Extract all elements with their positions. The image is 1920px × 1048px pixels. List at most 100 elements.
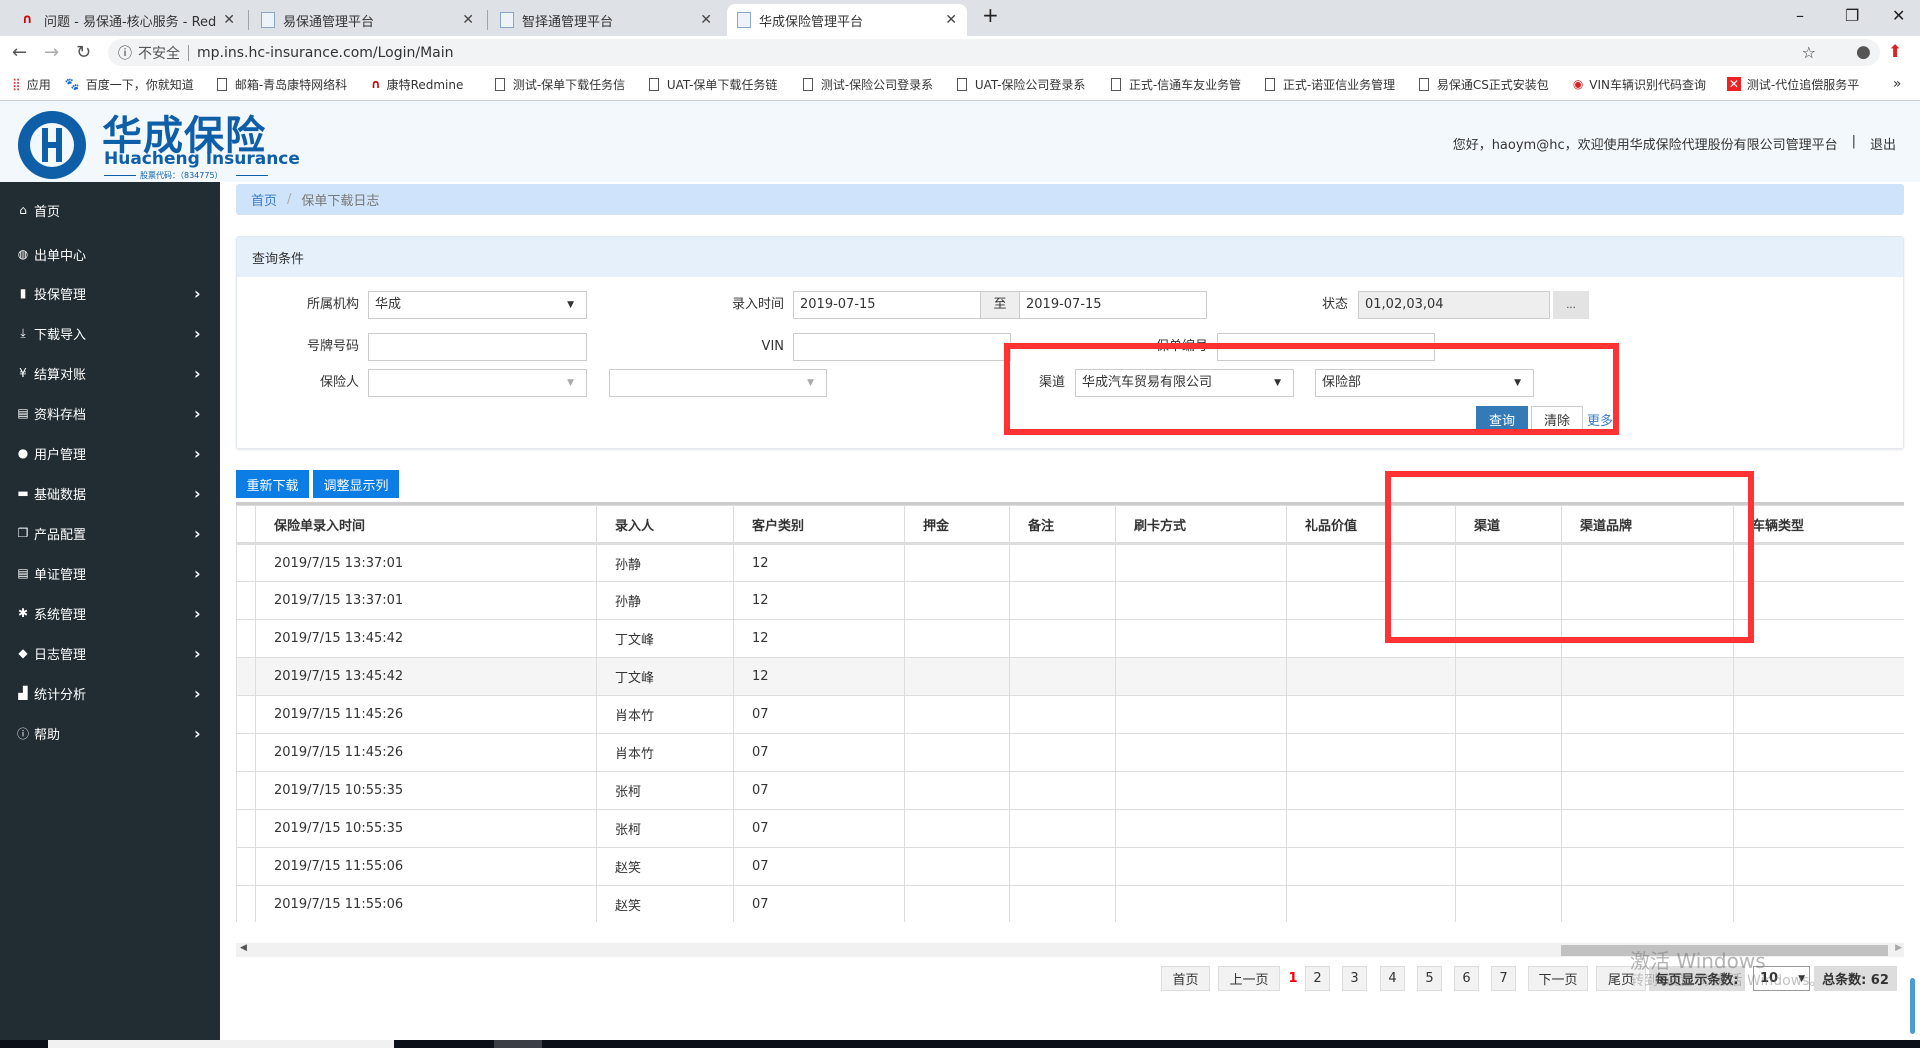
column-header[interactable]: 礼品价值	[1286, 505, 1456, 545]
page-4-button[interactable]: 4	[1380, 966, 1405, 991]
row-select-cell[interactable]	[236, 695, 256, 734]
table-row[interactable]: 2019/7/15 10:55:35 张柯 07	[236, 809, 1904, 848]
bookmark[interactable]: ◉ VIN车辆识别代码查询	[1573, 76, 1713, 93]
sidebar-item[interactable]: ▤ 单证管理 ›	[0, 553, 220, 593]
bookmark[interactable]: 测试-保单下载任务信	[494, 76, 635, 93]
bookmark[interactable]: 测试-保险公司登录系	[802, 76, 943, 93]
bookmark[interactable]: UAT-保险公司登录系	[956, 76, 1097, 93]
row-select-cell[interactable]	[236, 733, 256, 772]
bookmark[interactable]: ✕ 测试-代位追偿服务平	[1726, 76, 1867, 93]
plate-input[interactable]	[368, 333, 587, 361]
page-6-button[interactable]: 6	[1454, 966, 1479, 991]
breadcrumb-home[interactable]: 首页	[251, 190, 277, 209]
sidebar-item[interactable]: ◍ 出单中心	[0, 234, 220, 274]
browser-tab-active[interactable]: 华成保险管理平台 ✕	[727, 4, 967, 36]
row-select-cell[interactable]	[236, 847, 256, 886]
bookmark[interactable]: 邮箱-青岛康特网络科	[216, 76, 357, 93]
table-row[interactable]: 2019/7/15 11:45:26 肖本竹 07	[236, 695, 1904, 734]
channel-brand-select[interactable]: 保险部 ▼	[1315, 369, 1534, 397]
bookmark[interactable]: ∩ 康特Redmine	[371, 76, 481, 93]
policy-no-input[interactable]	[1217, 333, 1435, 361]
column-header[interactable]: 保险单录入时间	[255, 505, 597, 545]
status-picker-button[interactable]: ...	[1553, 291, 1589, 319]
row-select-cell[interactable]	[236, 771, 256, 810]
column-header[interactable]: 押金	[904, 505, 1010, 545]
column-header[interactable]: 渠道品牌	[1561, 505, 1734, 545]
row-select-cell[interactable]	[236, 885, 256, 922]
page-2-button[interactable]: 2	[1305, 966, 1330, 991]
status-input[interactable]: 01,02,03,04	[1358, 291, 1550, 319]
logout-link[interactable]: 退出	[1870, 134, 1896, 153]
sidebar-item[interactable]: ❐ 产品配置 ›	[0, 513, 220, 553]
browser-tab[interactable]: 智择通管理平台 ✕	[490, 4, 722, 36]
bookmark[interactable]: 🐾 百度一下，你就知道	[65, 76, 203, 93]
profile-icon[interactable]: ●	[1856, 42, 1871, 62]
minimize-button[interactable]: –	[1796, 6, 1804, 25]
sidebar-item[interactable]: ⌂ 首页	[0, 190, 220, 230]
bookmark-apps[interactable]: ⣿ 应用	[12, 76, 51, 93]
bookmark[interactable]: 正式-信通车友业务管	[1110, 76, 1251, 93]
page-5-button[interactable]: 5	[1417, 966, 1442, 991]
sidebar-item[interactable]: ¥ 结算对账 ›	[0, 353, 220, 393]
bookmark-star-icon[interactable]: ☆	[1802, 43, 1816, 62]
sidebar-item[interactable]: ✱ 系统管理 ›	[0, 593, 220, 633]
insurer-branch-select[interactable]: ▼	[609, 369, 827, 397]
row-select-cell[interactable]	[236, 657, 256, 696]
close-tab-icon[interactable]: ✕	[700, 12, 712, 28]
restore-button[interactable]: ❐	[1845, 6, 1859, 25]
browser-tab[interactable]: ∩ 问题 - 易保通-核心服务 - Redmine ✕	[12, 4, 245, 36]
table-row[interactable]: 2019/7/15 13:45:42 丁文峰 12	[236, 657, 1904, 696]
column-header[interactable]: 刷卡方式	[1115, 505, 1287, 545]
column-header[interactable]: 备注	[1009, 505, 1116, 545]
new-tab-button[interactable]: +	[982, 3, 999, 27]
row-select-cell[interactable]	[236, 619, 256, 658]
page-1-current[interactable]: 1	[1285, 966, 1301, 991]
vin-input[interactable]	[793, 333, 1011, 361]
close-window-button[interactable]: ✕	[1892, 6, 1905, 25]
column-header[interactable]: 渠道	[1455, 505, 1562, 545]
forward-button[interactable]: →	[44, 42, 59, 63]
prev-page-button[interactable]: 上一页	[1218, 966, 1280, 991]
adjust-columns-button[interactable]: 调整显示列	[313, 470, 399, 498]
reload-button[interactable]: ↻	[76, 42, 91, 63]
sidebar-item[interactable]: ⓘ 帮助 ›	[0, 713, 220, 753]
close-tab-icon[interactable]: ✕	[945, 12, 957, 28]
column-header[interactable]: 客户类别	[733, 505, 905, 545]
table-row[interactable]: 2019/7/15 13:45:42 丁文峰 12	[236, 619, 1904, 658]
close-tab-icon[interactable]: ✕	[462, 12, 474, 28]
back-button[interactable]: ←	[12, 42, 27, 63]
redownload-button[interactable]: 重新下载	[236, 470, 309, 498]
insurer-select[interactable]: ▼	[368, 369, 587, 397]
more-bookmarks-button[interactable]: »	[1893, 76, 1902, 92]
browser-tab[interactable]: 易保通管理平台 ✕	[251, 4, 484, 36]
table-row[interactable]: 2019/7/15 13:37:01 孙静 12	[236, 581, 1904, 620]
column-header[interactable]: 录入人	[596, 505, 734, 545]
page-7-button[interactable]: 7	[1491, 966, 1516, 991]
row-select-cell[interactable]	[236, 809, 256, 848]
org-select[interactable]: 华成 ▼	[368, 291, 587, 319]
bookmark[interactable]: 正式-诺亚信业务管理	[1264, 76, 1405, 93]
clear-button[interactable]: 清除	[1531, 406, 1583, 433]
sidebar-item[interactable]: ▬ 基础数据 ›	[0, 473, 220, 513]
table-row[interactable]: 2019/7/15 13:37:01 孙静 12	[236, 543, 1904, 582]
row-select-cell[interactable]	[236, 581, 256, 620]
sidebar-item[interactable]: ⤓ 下载导入 ›	[0, 313, 220, 353]
sidebar-item[interactable]: ▮ 投保管理 ›	[0, 273, 220, 313]
scroll-left-arrow-icon[interactable]: ◀	[240, 943, 247, 953]
table-row[interactable]: 2019/7/15 11:55:06 赵笑 07	[236, 885, 1904, 922]
table-row[interactable]: 2019/7/15 11:55:06 赵笑 07	[236, 847, 1904, 886]
url-text[interactable]: mp.ins.hc-insurance.com/Login/Main	[197, 45, 454, 61]
date-to-input[interactable]: 2019-07-15	[1019, 291, 1207, 319]
search-button[interactable]: 查询	[1476, 406, 1528, 433]
omnibox[interactable]: ⓘ 不安全 mp.ins.hc-insurance.com/Login/Main…	[108, 39, 1880, 66]
sidebar-item[interactable]: ▟ 统计分析 ›	[0, 673, 220, 713]
bookmark[interactable]: UAT-保单下载任务链	[648, 76, 789, 93]
sidebar-item[interactable]: ▤ 资料存档 ›	[0, 393, 220, 433]
column-header[interactable]: 车辆类型	[1733, 505, 1904, 545]
scroll-right-arrow-icon[interactable]: ▶	[1895, 943, 1902, 953]
close-tab-icon[interactable]: ✕	[223, 12, 235, 28]
page-3-button[interactable]: 3	[1342, 966, 1367, 991]
more-link[interactable]: 更多	[1587, 406, 1617, 433]
next-page-button[interactable]: 下一页	[1528, 966, 1588, 991]
row-select-cell[interactable]	[236, 543, 256, 582]
